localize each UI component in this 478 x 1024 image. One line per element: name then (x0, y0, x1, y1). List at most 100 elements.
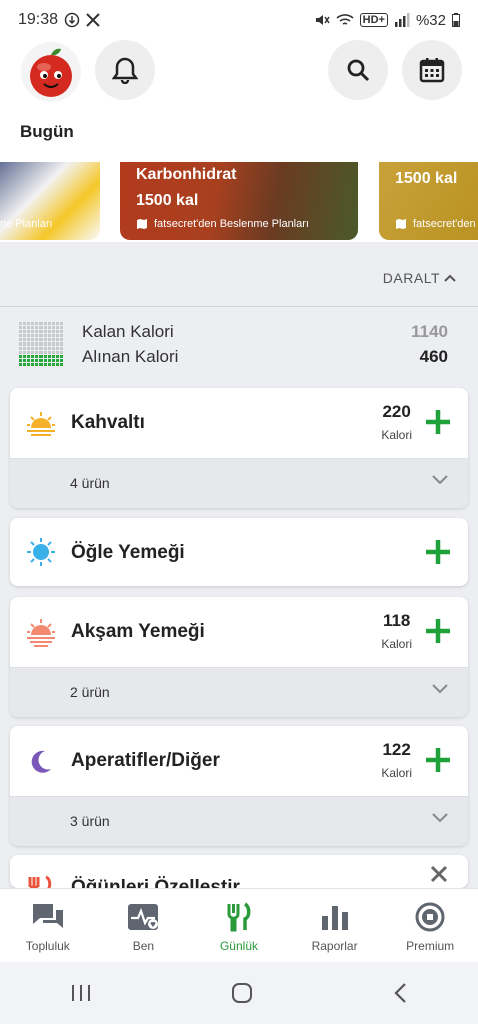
calorie-grid-cell (27, 322, 31, 326)
calorie-grid-cell (55, 358, 59, 362)
meal-plan-carousel[interactable]: ne Planları Karbonhidrat 1500 kal fatsec… (0, 162, 478, 242)
calorie-grid-cell (23, 362, 27, 366)
customize-meals-card[interactable]: Öğünleri Özelleştir (10, 855, 468, 888)
meal-header[interactable]: Aperatifler/Diğer 122 Kalori (10, 726, 468, 796)
calorie-grid-cell (51, 334, 55, 338)
meal-plan-banner[interactable]: 1500 kal fatsecret'den (379, 162, 478, 240)
calorie-grid-cell (55, 362, 59, 366)
meal-calories: 122 (382, 740, 411, 759)
chevron-up-icon (444, 274, 456, 282)
calorie-grid-cell (43, 342, 47, 346)
calorie-grid-cell (55, 350, 59, 354)
calorie-grid-cell (43, 338, 47, 342)
calendar-icon (419, 58, 445, 83)
add-food-button[interactable] (424, 617, 452, 645)
meal-items-toggle[interactable]: 4 ürün (10, 458, 468, 508)
close-icon[interactable] (430, 865, 448, 883)
calendar-button[interactable] (402, 40, 462, 100)
calorie-grid-cell (43, 354, 47, 358)
calorie-grid-cell (19, 350, 23, 354)
wifi-icon (336, 14, 354, 25)
calorie-grid-cell (19, 358, 23, 362)
calorie-grid-cell (35, 362, 39, 366)
meal-header[interactable]: Akşam Yemeği 118 Kalori (10, 597, 468, 667)
calorie-grid-cell (31, 342, 35, 346)
meal-card-dinner: Akşam Yemeği 118 Kalori 2 ürün (10, 597, 468, 717)
meal-header[interactable]: Kahvaltı 220 Kalori (10, 388, 468, 458)
bell-icon (112, 57, 138, 84)
nav-community[interactable]: Topluluk (3, 901, 93, 953)
calorie-grid-cell (35, 326, 39, 330)
notifications-button[interactable] (95, 40, 155, 100)
add-food-button[interactable] (424, 746, 452, 774)
calorie-grid-cell (19, 354, 23, 358)
calorie-grid-cell (35, 334, 39, 338)
banner-source: fatsecret'den Beslenme Planları (154, 218, 309, 230)
calorie-grid-cell (31, 362, 35, 366)
meal-item-count: 4 ürün (70, 475, 110, 491)
calorie-grid-cell (59, 334, 63, 338)
calorie-grid-cell (47, 342, 51, 346)
add-food-button[interactable] (424, 538, 452, 566)
nav-diary[interactable]: Günlük (194, 901, 284, 953)
calorie-grid-cell (59, 326, 63, 330)
add-food-button[interactable] (424, 408, 452, 436)
map-icon (137, 219, 147, 229)
sunrise-icon (27, 412, 55, 436)
meal-plan-banner[interactable]: Karbonhidrat 1500 kal fatsecret'den Besl… (120, 162, 358, 240)
calorie-grid-cell (19, 362, 23, 366)
banner-calories: 1500 kal (395, 170, 458, 187)
calorie-grid-cell (23, 358, 27, 362)
home-button[interactable] (231, 982, 253, 1004)
calorie-grid-cell (39, 358, 43, 362)
calorie-summary: Kalan Kalori 1140 Alınan Kalori 460 (0, 318, 478, 372)
calorie-grid-cell (27, 358, 31, 362)
calorie-grid-cell (27, 330, 31, 334)
calorie-grid-cell (27, 350, 31, 354)
calorie-grid-cell (31, 358, 35, 362)
system-navigation-bar (0, 962, 478, 1024)
collapse-button[interactable]: DARALT (383, 270, 456, 286)
nav-me[interactable]: Ben (98, 901, 188, 953)
calorie-grid-cell (51, 354, 55, 358)
battery-icon (452, 13, 460, 27)
calorie-grid-cell (35, 354, 39, 358)
search-button[interactable] (328, 40, 388, 100)
divider (0, 306, 478, 307)
meal-items-toggle[interactable]: 3 ürün (10, 796, 468, 846)
calorie-grid-cell (23, 354, 27, 358)
back-button[interactable] (392, 982, 408, 1004)
meal-calories-unit: Kalori (381, 766, 412, 780)
calorie-grid-cell (19, 346, 23, 350)
recent-apps-button[interactable] (70, 983, 92, 1003)
status-bar: 19:38 HD+ %32 (0, 0, 478, 40)
nav-label: Premium (406, 939, 455, 953)
nav-reports[interactable]: Raporlar (290, 901, 380, 953)
meal-calories: 220 (382, 402, 411, 421)
calorie-grid-cell (47, 358, 51, 362)
nav-premium[interactable]: Premium (385, 901, 475, 953)
calorie-grid-cell (47, 330, 51, 334)
calorie-grid-cell (59, 322, 63, 326)
calorie-grid-cell (23, 342, 27, 346)
x-icon (86, 13, 100, 27)
calorie-grid-cell (55, 334, 59, 338)
calorie-grid-cell (31, 346, 35, 350)
premium-badge-icon (415, 902, 445, 932)
banner-source: fatsecret'den (413, 218, 476, 230)
meal-plan-banner[interactable]: ne Planları (0, 162, 100, 240)
calorie-grid-cell (43, 350, 47, 354)
calorie-grid-cell (51, 346, 55, 350)
meal-items-toggle[interactable]: 2 ürün (10, 667, 468, 717)
map-icon (396, 219, 406, 229)
calorie-grid-cell (19, 338, 23, 342)
calorie-grid-cell (47, 322, 51, 326)
calorie-grid-cell (51, 358, 55, 362)
calorie-grid-cell (51, 350, 55, 354)
meal-name: Kahvaltı (71, 412, 145, 433)
avatar[interactable] (21, 42, 81, 102)
bottom-navigation: Topluluk Ben Günlük Raporlar Premium (0, 888, 478, 962)
meal-header[interactable]: Öğle Yemeği (10, 518, 468, 586)
calorie-grid-cell (39, 346, 43, 350)
consumed-calories-label: Alınan Kalori (82, 347, 179, 366)
